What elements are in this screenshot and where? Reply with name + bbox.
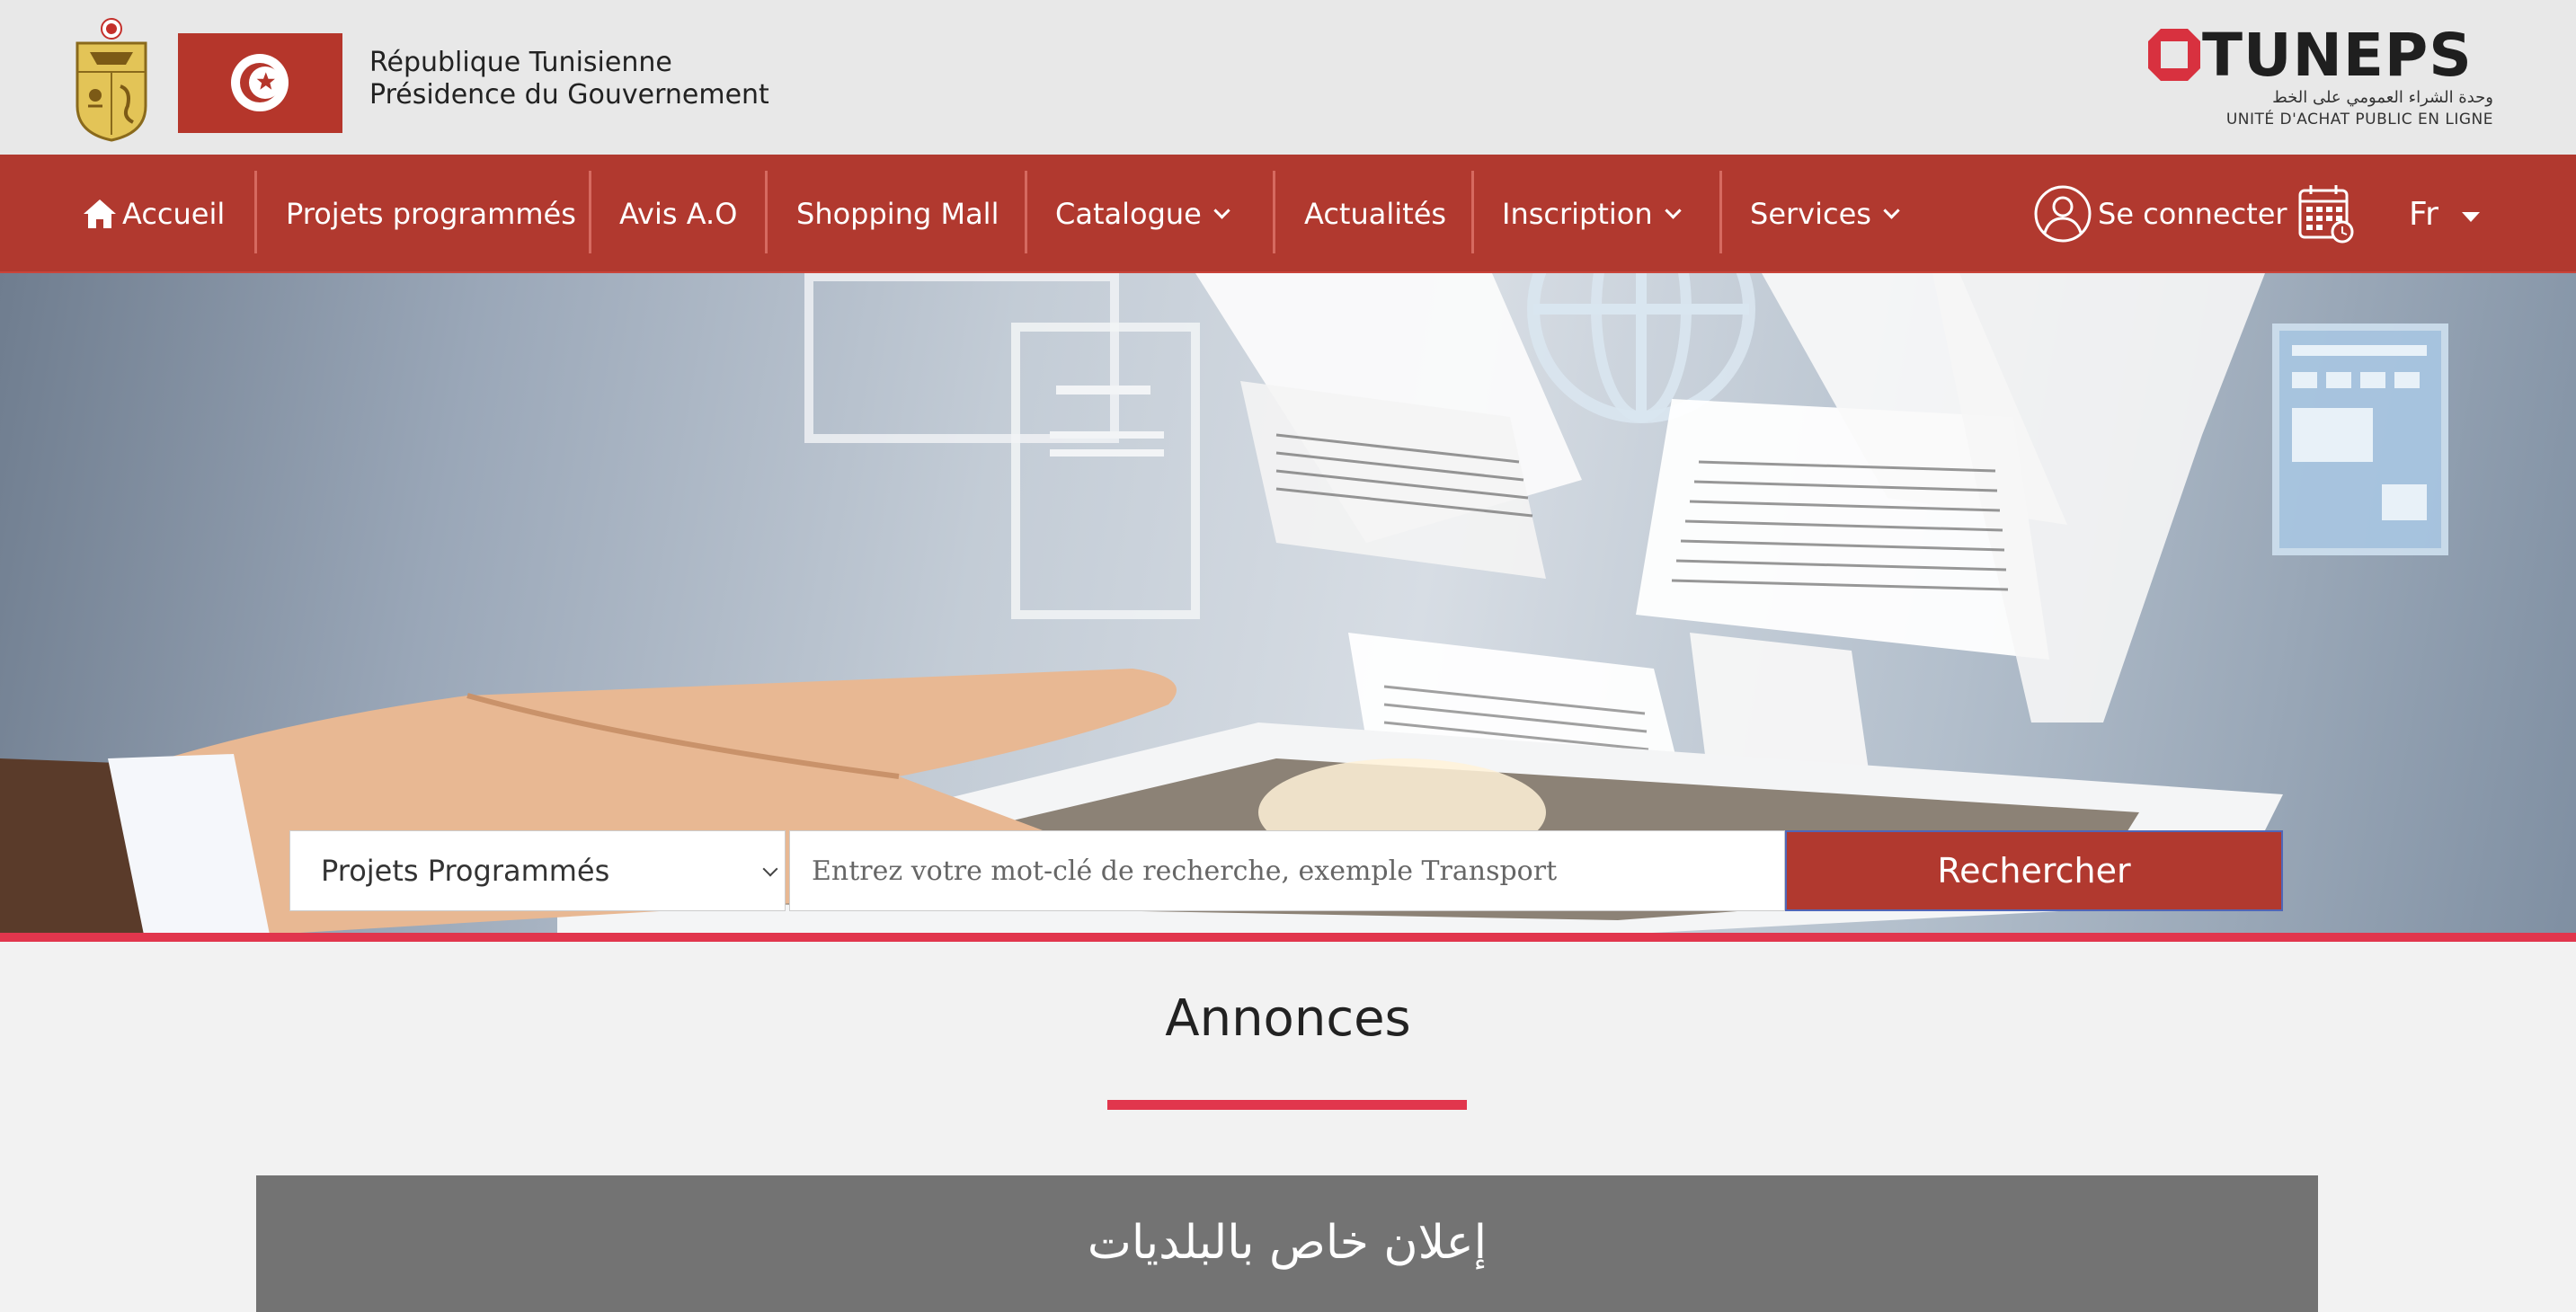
- nav-divider: [254, 171, 257, 253]
- nav-divider: [1471, 171, 1474, 253]
- language-selector[interactable]: Fr: [2409, 155, 2480, 273]
- tuneps-logo-subtitle: UNITÉ D'ACHAT PUBLIC EN LIGNE: [2225, 111, 2493, 129]
- government-title: République Tunisienne Présidence du Gouv…: [369, 47, 769, 111]
- annonce-card-text: إعلان خاص بالبلديات: [1087, 1216, 1488, 1270]
- main-navigation: Accueil Projets programmés Avis A.O Shop…: [0, 155, 2576, 273]
- search-category-value: Projets Programmés: [321, 854, 610, 888]
- nav-catalogue[interactable]: Catalogue: [1055, 155, 1230, 273]
- crescent-star-icon: [240, 63, 281, 102]
- nav-divider: [1025, 171, 1027, 253]
- nav-divider: [765, 171, 768, 253]
- login-link[interactable]: Se connecter: [2033, 155, 2287, 273]
- annonces-title: Annonces: [1165, 989, 1411, 1048]
- tuneps-logo-mark-icon: [2148, 29, 2200, 81]
- chevron-down-icon: [762, 861, 778, 877]
- chevron-down-icon: [1883, 201, 1900, 219]
- nav-projets-programmes[interactable]: Projets programmés: [286, 155, 576, 273]
- nav-catalogue-label: Catalogue: [1055, 197, 1202, 231]
- calendar-icon[interactable]: [2297, 183, 2355, 244]
- nav-actualites-label: Actualités: [1304, 197, 1447, 231]
- nav-projets-label: Projets programmés: [286, 197, 576, 231]
- user-icon: [2034, 185, 2092, 243]
- nav-avis-label: Avis A.O: [619, 197, 738, 231]
- nav-divider: [1719, 171, 1722, 253]
- nav-inscription-label: Inscription: [1502, 197, 1653, 231]
- search-input[interactable]: [789, 830, 1785, 911]
- tunisian-flag: [178, 33, 342, 133]
- home-icon: [84, 199, 116, 228]
- search-category-select[interactable]: Projets Programmés: [289, 830, 786, 911]
- title-underline: [1107, 1100, 1467, 1110]
- tuneps-logo-arabic: وحدة الشراء العمومي على الخط: [2272, 88, 2493, 107]
- nav-accueil[interactable]: Accueil: [83, 155, 225, 273]
- nav-inscription[interactable]: Inscription: [1502, 155, 1682, 273]
- search-button-label: Rechercher: [1937, 851, 2131, 891]
- annonce-card[interactable]: إعلان خاص بالبلديات: [256, 1175, 2318, 1312]
- top-header: République Tunisienne Présidence du Gouv…: [0, 0, 2576, 155]
- hero-bottom-rule: [0, 933, 2576, 942]
- tuneps-logo[interactable]: TUNEPS وحدة الشراء العمومي على الخط UNIT…: [2146, 21, 2493, 136]
- nav-shopping-mall[interactable]: Shopping Mall: [796, 155, 999, 273]
- nav-actualites[interactable]: Actualités: [1304, 155, 1446, 273]
- hero-banner: Projets Programmés Rechercher: [0, 273, 2576, 935]
- nav-shopping-label: Shopping Mall: [796, 197, 999, 231]
- tuneps-logo-text: TUNEPS: [2202, 21, 2473, 90]
- nav-services-label: Services: [1750, 197, 1871, 231]
- nav-divider: [1273, 171, 1275, 253]
- search-button[interactable]: Rechercher: [1785, 830, 2283, 911]
- nav-divider: [589, 171, 591, 253]
- nav-accueil-label: Accueil: [122, 197, 226, 231]
- nav-avis-ao[interactable]: Avis A.O: [619, 155, 737, 273]
- login-label: Se connecter: [2098, 197, 2287, 231]
- chevron-down-icon: [1664, 201, 1682, 219]
- gov-line-2: Présidence du Gouvernement: [369, 79, 769, 111]
- caret-down-icon: [2461, 211, 2480, 222]
- chevron-down-icon: [1213, 201, 1230, 219]
- gov-line-1: République Tunisienne: [369, 47, 672, 78]
- language-label: Fr: [2409, 195, 2438, 233]
- nav-services[interactable]: Services: [1750, 155, 1900, 273]
- coat-of-arms-icon: [76, 18, 147, 142]
